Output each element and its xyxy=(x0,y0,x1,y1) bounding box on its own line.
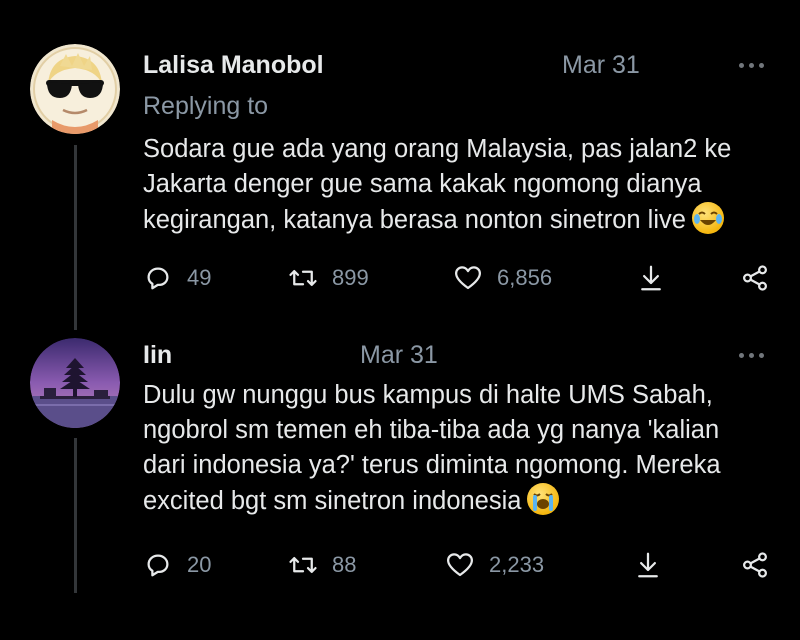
retweet-count: 88 xyxy=(332,552,357,577)
reply-button[interactable]: 20 xyxy=(143,545,211,585)
reply-count: 49 xyxy=(187,265,212,290)
tweet-date[interactable]: Mar 31 xyxy=(360,341,438,370)
tweet-text-line-content: excited bgt sm sinetron indonesia xyxy=(143,487,522,515)
thread-line xyxy=(74,145,77,330)
tweet[interactable]: Iin Mar 31 Dulu gw nunggu bus kampus di … xyxy=(0,330,800,640)
reply-icon xyxy=(147,554,169,577)
share-icon xyxy=(742,552,768,578)
heart-icon xyxy=(455,266,481,290)
replying-to-label: Replying to xyxy=(143,92,269,120)
retweet-icon xyxy=(289,557,317,573)
download-icon xyxy=(641,265,661,291)
reply-button[interactable]: 49 xyxy=(143,258,211,298)
download-button[interactable] xyxy=(633,545,663,585)
retweet-button[interactable]: 899 xyxy=(288,258,369,298)
crying-emoji-icon xyxy=(527,483,560,515)
tweet-text-line: Dulu gw nunggu bus kampus di halte UMS S… xyxy=(143,381,713,409)
avatar[interactable] xyxy=(30,44,120,134)
share-button[interactable] xyxy=(740,258,770,298)
tweet[interactable]: Lalisa Manobol Mar 31 Replying to Sodara… xyxy=(0,0,800,330)
like-button[interactable]: 2,233 xyxy=(445,545,544,585)
retweet-button[interactable]: 88 xyxy=(288,545,356,585)
tweet-actions: 20 88 2,233 xyxy=(143,545,773,585)
tweet-text-line: excited bgt sm sinetron indonesia xyxy=(143,483,783,519)
tweet-text-line: ngobrol sm temen eh tiba-tiba ada yg nan… xyxy=(143,416,720,444)
reply-icon xyxy=(147,267,169,290)
download-icon xyxy=(638,552,658,578)
retweet-icon xyxy=(289,270,317,286)
tweet-text-line: kegirangan, katanya berasa nonton sinetr… xyxy=(143,202,783,238)
author-name[interactable]: Iin xyxy=(143,341,172,370)
tweet-date[interactable]: Mar 31 xyxy=(562,51,640,80)
like-button[interactable]: 6,856 xyxy=(453,258,552,298)
tweet-text: Dulu gw nunggu bus kampus di halte UMS S… xyxy=(143,378,783,519)
share-button[interactable] xyxy=(740,545,770,585)
tweet-text-line: dari indonesia ya?' terus diminta ngomon… xyxy=(143,451,721,479)
author-name[interactable]: Lalisa Manobol xyxy=(143,51,324,80)
more-options-icon[interactable] xyxy=(737,60,767,70)
like-count: 6,856 xyxy=(497,265,553,290)
tweet-text-line: Sodara gue ada yang orang Malaysia, pas … xyxy=(143,135,732,163)
tweet-text-line: Jakarta denger gue sama kakak ngomong di… xyxy=(143,170,702,198)
reply-count: 20 xyxy=(187,552,212,577)
heart-icon xyxy=(447,553,473,577)
retweet-count: 899 xyxy=(332,265,369,290)
laughing-crying-emoji-icon xyxy=(691,202,724,234)
thread-line xyxy=(74,438,77,593)
tweet-text-line-content: kegirangan, katanya berasa nonton sinetr… xyxy=(143,206,686,234)
temple-sunset-avatar-icon xyxy=(30,338,120,428)
download-button[interactable] xyxy=(636,258,666,298)
more-options-icon[interactable] xyxy=(737,350,767,360)
like-count: 2,233 xyxy=(489,552,545,577)
avatar[interactable] xyxy=(30,338,120,428)
share-icon xyxy=(742,265,768,291)
sunglasses-character-avatar-icon xyxy=(30,44,120,134)
tweet-actions: 49 899 6,856 xyxy=(143,258,773,298)
tweet-text: Sodara gue ada yang orang Malaysia, pas … xyxy=(143,132,783,238)
